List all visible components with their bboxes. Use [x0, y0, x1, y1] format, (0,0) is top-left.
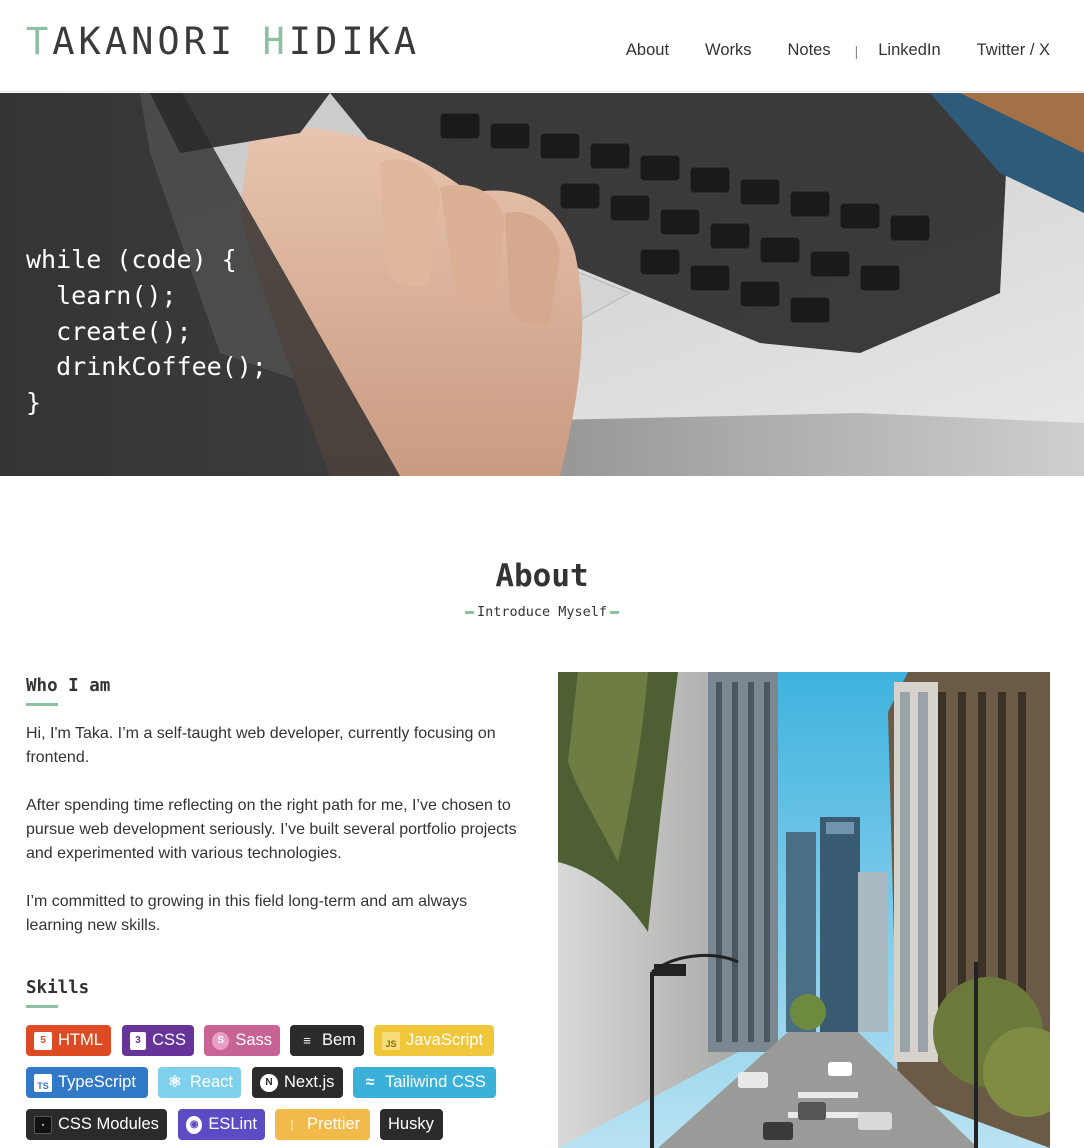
logo-last-name: IDIKA	[288, 20, 421, 63]
skill-label: CSS Modules	[58, 1115, 159, 1133]
code-line: while (code) {	[26, 245, 237, 274]
css3-icon: 3	[130, 1031, 147, 1050]
skill-badge-bem: ≡ Bem	[290, 1025, 364, 1056]
skill-label: Prettier	[307, 1115, 361, 1133]
nav-notes[interactable]: Notes	[788, 41, 831, 60]
main-nav: About Works Notes | LinkedIn Twitter / X	[626, 41, 1050, 60]
react-icon: ⚛	[167, 1073, 183, 1091]
about-section-title: About	[495, 558, 589, 594]
logo-initial-h: H	[262, 20, 289, 63]
who-i-am-heading: Who I am	[26, 676, 111, 696]
skills-heading: Skills	[26, 978, 90, 998]
prettier-icon: ⁞	[289, 1116, 295, 1133]
skill-badge-css-modules: ▪ CSS Modules	[26, 1109, 167, 1140]
about-paragraph: After spending time reflecting on the ri…	[26, 797, 517, 862]
about-text: Hi, I'm Taka. I’m a self-taught web deve…	[26, 722, 526, 962]
nav-linkedin[interactable]: LinkedIn	[878, 41, 940, 60]
site-header: TAKANORI HIDIKA About Works Notes | Link…	[0, 0, 1084, 92]
skill-label: ESLint	[208, 1115, 257, 1133]
bem-icon: ≡	[303, 1032, 311, 1048]
html5-icon: 5	[34, 1031, 52, 1050]
skill-badge-sass: S Sass	[204, 1025, 280, 1056]
hero-code-snippet: while (code) { learn(); create(); drinkC…	[26, 242, 267, 421]
typescript-icon: TS	[34, 1073, 52, 1092]
about-section-subtitle: Introduce Myself	[0, 604, 1084, 620]
skill-label: HTML	[58, 1031, 103, 1049]
about-paragraph: I’m committed to growing in this field l…	[26, 893, 468, 934]
code-line: create();	[26, 316, 192, 346]
logo-first-name: AKANORI	[52, 20, 237, 63]
javascript-icon: JS	[382, 1031, 400, 1050]
nav-twitter[interactable]: Twitter / X	[977, 41, 1050, 60]
nextjs-icon: N	[260, 1073, 278, 1092]
logo-initial-t: T	[26, 20, 53, 63]
skill-badge-prettier: ⁞ Prettier	[275, 1109, 370, 1140]
skill-label: Next.js	[284, 1073, 335, 1091]
css-modules-icon: ▪	[34, 1115, 52, 1134]
skill-label: JavaScript	[406, 1031, 484, 1049]
skill-label: Husky	[388, 1115, 434, 1133]
city-street-photo	[558, 672, 1050, 1148]
code-line: }	[26, 388, 42, 418]
skill-label: TypeScript	[58, 1073, 136, 1091]
who-i-am-underline	[26, 703, 58, 706]
sass-icon: S	[212, 1031, 230, 1050]
skill-badge-eslint: ◉ ESLint	[178, 1109, 265, 1140]
nav-separator: |	[854, 42, 859, 59]
skill-label: Sass	[235, 1031, 272, 1049]
skill-badge-typescript: TS TypeScript	[26, 1067, 148, 1098]
code-line: drinkCoffee();	[26, 352, 267, 382]
skill-badge-html: 5 HTML	[26, 1025, 111, 1056]
skill-label: CSS	[152, 1031, 186, 1049]
skill-badge-javascript: JS JavaScript	[374, 1025, 494, 1056]
skill-label: Bem	[322, 1031, 356, 1049]
skill-badge-husky: Husky	[380, 1109, 443, 1140]
skill-label: React	[189, 1073, 233, 1091]
skill-badge-tailwind: ≈ Tailiwind CSS	[353, 1067, 496, 1098]
nav-about[interactable]: About	[626, 41, 669, 60]
site-logo[interactable]: TAKANORI HIDIKA	[26, 22, 420, 62]
about-paragraph: Hi, I'm Taka. I’m a self-taught web deve…	[26, 725, 496, 766]
skill-badge-nextjs: N Next.js	[252, 1067, 343, 1098]
dash-left	[464, 610, 474, 614]
skill-label: Tailiwind CSS	[385, 1073, 486, 1091]
eslint-icon: ◉	[186, 1115, 203, 1134]
skill-badge-css: 3 CSS	[122, 1025, 194, 1056]
subtitle-text: Introduce Myself	[476, 604, 608, 620]
code-line: learn();	[26, 280, 177, 310]
tailwind-icon: ≈	[365, 1073, 375, 1091]
skills-underline	[26, 1005, 58, 1008]
city-photo-image	[558, 672, 1050, 1148]
dash-right	[610, 610, 620, 614]
nav-works[interactable]: Works	[705, 41, 751, 60]
hero-banner: while (code) { learn(); create(); drinkC…	[0, 93, 1084, 476]
skill-badge-react: ⚛ React	[158, 1067, 241, 1098]
